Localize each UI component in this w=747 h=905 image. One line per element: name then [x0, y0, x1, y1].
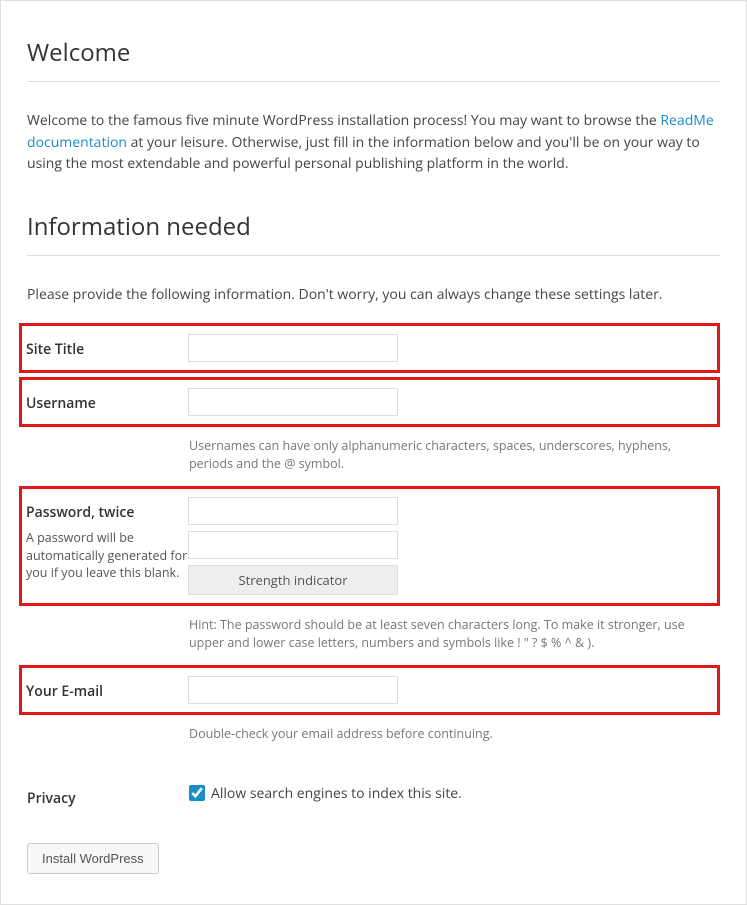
email-desc: Double-check your email address before c… — [189, 725, 709, 743]
privacy-checkbox[interactable] — [189, 785, 205, 801]
row-email: Your E-mail — [26, 668, 713, 712]
row-username-desc: Usernames can have only alphanumeric cha… — [27, 431, 720, 480]
intro-text-2: at your leisure. Otherwise, just fill in… — [27, 133, 700, 174]
row-password-hint: Hint: The password should be at least se… — [27, 610, 720, 659]
info-subtext: Please provide the following information… — [27, 284, 720, 305]
highlight-site-title: Site Title — [19, 323, 720, 373]
privacy-checkbox-label: Allow search engines to index this site. — [211, 783, 462, 804]
welcome-heading: Welcome — [27, 35, 720, 71]
email-input[interactable] — [188, 676, 398, 704]
site-title-input[interactable] — [188, 334, 398, 362]
highlight-email: Your E-mail — [19, 665, 720, 715]
row-email-desc: Double-check your email address before c… — [27, 719, 720, 751]
intro-text-1: Welcome to the famous five minute WordPr… — [27, 111, 660, 130]
label-username: Username — [26, 393, 188, 414]
label-email: Your E-mail — [26, 681, 188, 702]
divider — [27, 81, 720, 82]
label-site-title: Site Title — [26, 339, 188, 360]
divider — [27, 255, 720, 256]
username-desc: Usernames can have only alphanumeric cha… — [189, 437, 709, 472]
password-input-2[interactable] — [188, 531, 398, 559]
password-input-1[interactable] — [188, 497, 398, 525]
password-subhint: A password will be automatically generat… — [26, 529, 188, 582]
strength-indicator: Strength indicator — [188, 565, 398, 595]
label-password: Password, twice — [26, 502, 188, 523]
intro-paragraph: Welcome to the famous five minute WordPr… — [27, 110, 720, 175]
row-username: Username — [26, 380, 713, 424]
row-privacy: Privacy Allow search engines to index th… — [27, 775, 720, 817]
highlight-password: Password, twice A password will be autom… — [19, 486, 720, 606]
install-form-container: Welcome Welcome to the famous five minut… — [0, 0, 747, 905]
install-wordpress-button[interactable]: Install WordPress — [27, 843, 159, 874]
username-input[interactable] — [188, 388, 398, 416]
highlight-username: Username — [19, 377, 720, 427]
info-heading: Information needed — [27, 209, 720, 245]
row-site-title: Site Title — [26, 326, 713, 370]
password-hint: Hint: The password should be at least se… — [189, 616, 709, 651]
row-password: Password, twice A password will be autom… — [26, 489, 713, 603]
label-privacy: Privacy — [27, 788, 189, 809]
